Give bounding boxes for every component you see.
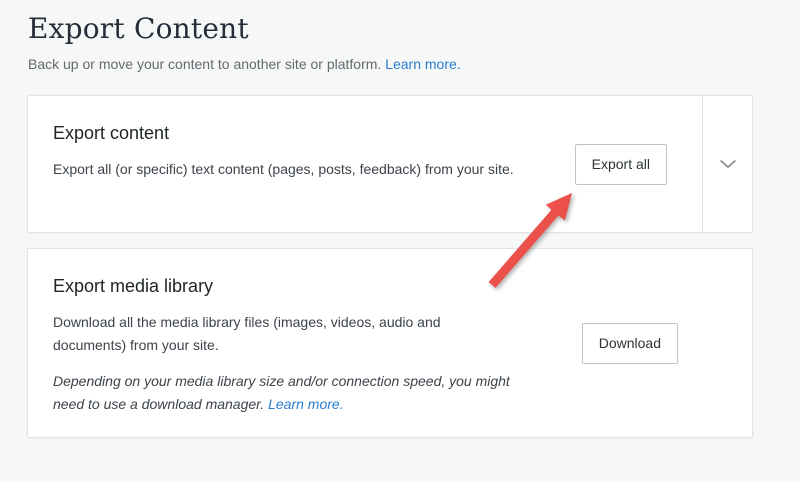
export-media-card-note: Depending on your media library size and… <box>53 370 510 416</box>
page-subtitle: Back up or move your content to another … <box>28 54 753 74</box>
page-subtitle-text: Back up or move your content to another … <box>28 56 381 72</box>
export-media-card-action: Download <box>582 249 752 437</box>
export-content-card: Export content Export all (or specific) … <box>27 95 753 233</box>
media-learn-more-link[interactable]: Learn more. <box>268 396 343 412</box>
chevron-down-icon <box>719 159 737 169</box>
learn-more-link[interactable]: Learn more. <box>385 56 460 72</box>
export-content-card-body: Export content Export all (or specific) … <box>28 96 575 232</box>
export-media-card-body: Export media library Download all the me… <box>28 249 582 437</box>
export-settings-page: Export Content Back up or move your cont… <box>0 0 800 438</box>
export-media-card-title: Export media library <box>53 273 582 299</box>
export-content-card-description: Export all (or specific) text content (p… <box>53 158 540 181</box>
export-content-card-title: Export content <box>53 120 575 146</box>
page-title: Export Content <box>28 12 753 46</box>
export-content-card-action: Export all <box>575 96 702 232</box>
export-media-card: Export media library Download all the me… <box>27 248 753 438</box>
export-content-expand-toggle[interactable] <box>702 96 752 232</box>
export-all-button[interactable]: Export all <box>575 144 667 185</box>
export-media-card-description: Download all the media library files (im… <box>53 311 510 357</box>
download-button[interactable]: Download <box>582 323 678 364</box>
